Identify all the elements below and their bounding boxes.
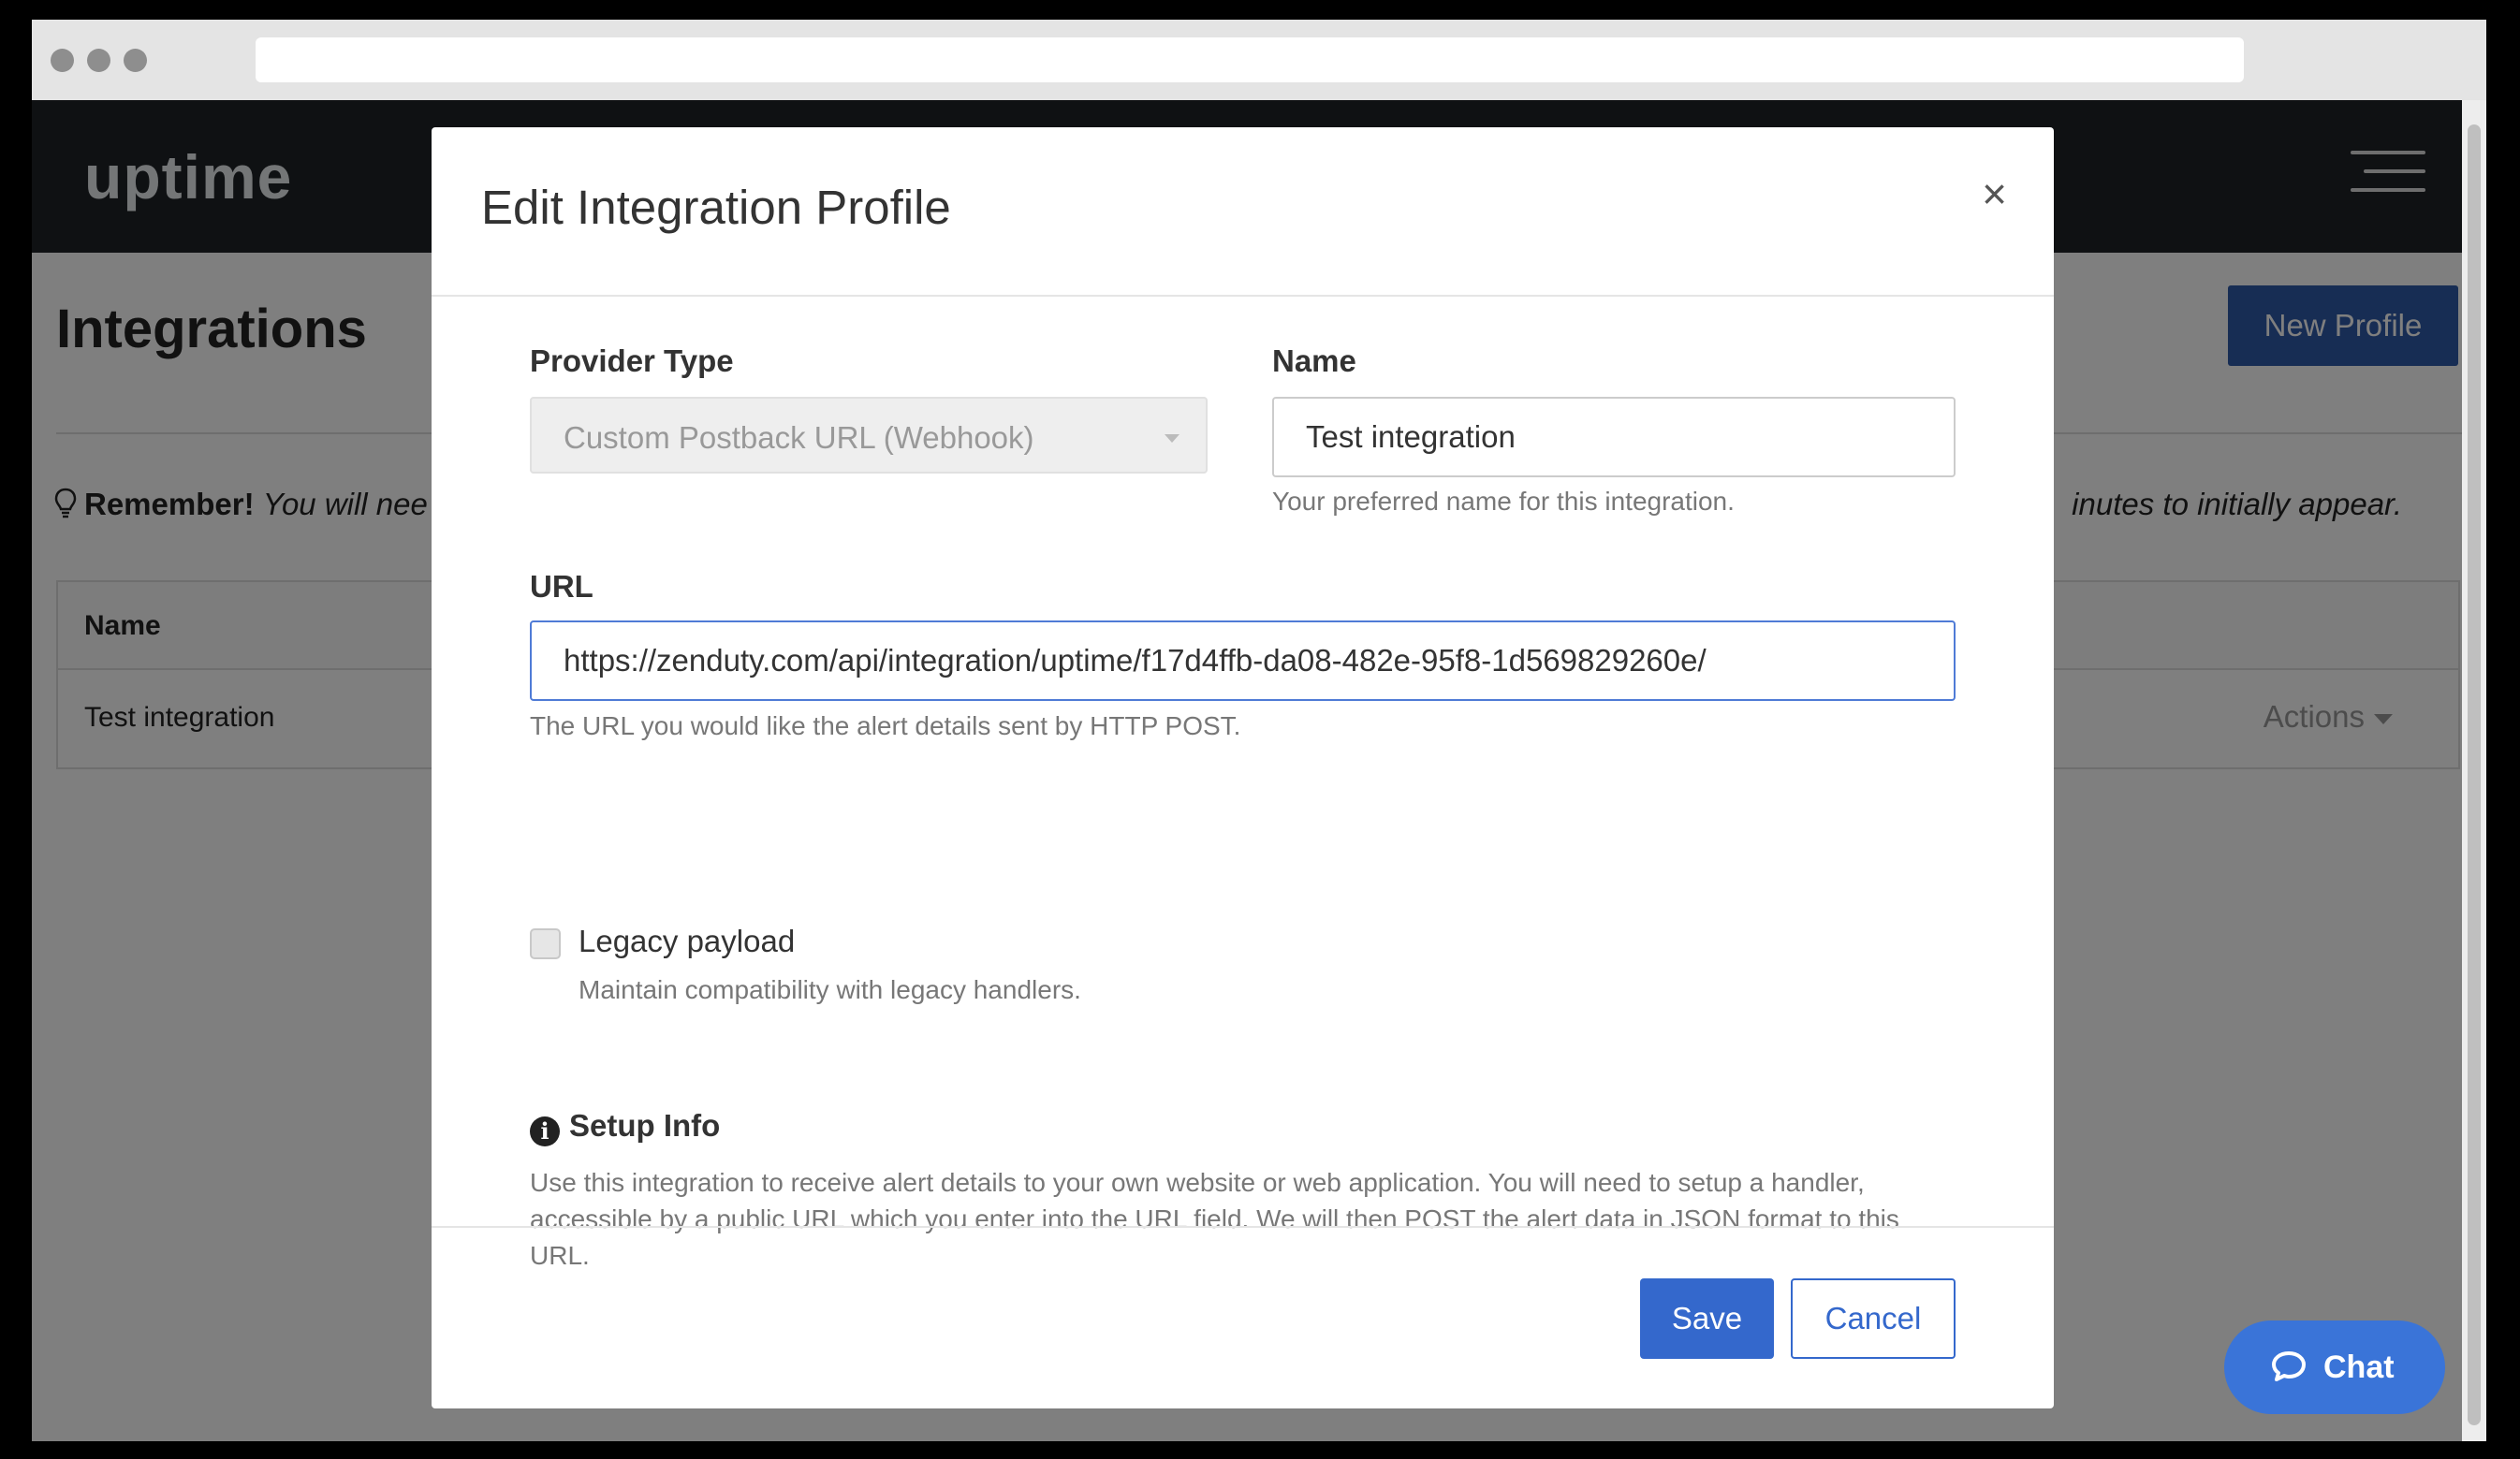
provider-type-label: Provider Type: [530, 343, 734, 378]
url-help-text: The URL you would like the alert details…: [530, 711, 1241, 740]
close-icon[interactable]: ×: [1982, 172, 2007, 215]
provider-type-value: Custom Postback URL (Webhook): [564, 420, 1034, 455]
setup-info-heading: i Setup Info: [530, 1108, 720, 1146]
info-circle-icon: i: [530, 1116, 560, 1146]
name-input[interactable]: [1272, 397, 1956, 477]
legacy-payload-help: Maintain compatibility with legacy handl…: [579, 975, 1081, 1004]
setup-info-title: Setup Info: [569, 1108, 721, 1143]
window-maximize-dot[interactable]: [124, 49, 147, 72]
name-label: Name: [1272, 343, 1356, 378]
url-label: URL: [530, 569, 593, 604]
name-help-text: Your preferred name for this integration…: [1272, 487, 1735, 516]
scrollbar-thumb[interactable]: [2468, 124, 2481, 1425]
modal-header: Edit Integration Profile ×: [432, 127, 2054, 297]
browser-window: uptime Integrations New Profile Remember…: [32, 20, 2486, 1441]
chevron-down-icon: [1165, 434, 1179, 443]
browser-toolbar: [32, 20, 2486, 100]
window-close-dot[interactable]: [51, 49, 74, 72]
chat-bubble-icon: [2272, 1351, 2306, 1381]
modal-title: Edit Integration Profile: [481, 181, 951, 234]
legacy-payload-checkbox[interactable]: [530, 928, 561, 959]
provider-type-select: Custom Postback URL (Webhook): [530, 397, 1208, 474]
chat-button[interactable]: Chat: [2224, 1320, 2445, 1414]
cancel-button[interactable]: Cancel: [1791, 1278, 1956, 1359]
chat-label: Chat: [2323, 1350, 2395, 1385]
setup-info-text: Use this integration to receive alert de…: [530, 1168, 1899, 1270]
edit-integration-modal: Edit Integration Profile × Provider Type…: [432, 127, 2054, 1408]
legacy-payload-label[interactable]: Legacy payload: [579, 924, 795, 959]
window-minimize-dot[interactable]: [87, 49, 110, 72]
url-input[interactable]: [530, 620, 1956, 701]
address-bar[interactable]: [256, 37, 2244, 82]
save-button[interactable]: Save: [1640, 1278, 1774, 1359]
scrollbar[interactable]: [2462, 100, 2486, 1441]
modal-footer-divider: [432, 1226, 2054, 1228]
